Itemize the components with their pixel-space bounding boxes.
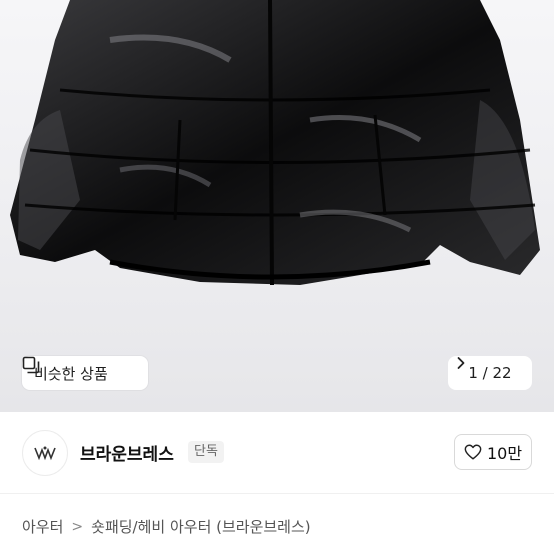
- breadcrumb-category[interactable]: 아우터: [22, 516, 63, 537]
- breadcrumb-subcategory[interactable]: 숏패딩/헤비 아우터 (브라운브레스): [91, 516, 311, 537]
- like-count: 10만: [486, 444, 523, 463]
- seller-name[interactable]: 브라운브레스: [80, 440, 174, 465]
- product-image[interactable]: 비슷한 상품 1 / 22: [0, 0, 554, 412]
- breadcrumb: 아우터 > 숏패딩/헤비 아우터 (브라운브레스): [22, 516, 311, 537]
- chevron-right-icon[interactable]: [456, 356, 466, 370]
- similar-items-button[interactable]: 비슷한 상품: [22, 356, 148, 390]
- breadcrumb-separator-icon: >: [71, 518, 84, 535]
- brand-logo-icon: [34, 446, 56, 461]
- heart-outline-icon: [464, 444, 482, 460]
- seller-row: 브라운브레스 단독 10만: [0, 412, 554, 494]
- brand-logo[interactable]: [22, 430, 68, 476]
- similar-items-label: 비슷한 상품: [34, 364, 108, 383]
- similar-items-icon: [22, 356, 40, 374]
- jacket-image: [10, 0, 540, 286]
- exclusive-badge: 단독: [188, 441, 224, 463]
- like-button[interactable]: 10만: [454, 434, 532, 470]
- image-pager[interactable]: 1 / 22: [448, 356, 532, 390]
- page-indicator: 1 / 22: [468, 364, 512, 382]
